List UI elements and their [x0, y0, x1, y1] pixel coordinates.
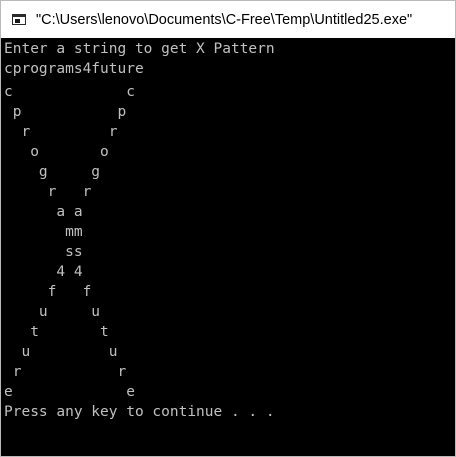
console-line-pattern: r r [4, 364, 127, 380]
console-line-pattern: mm [4, 224, 83, 240]
console-output-area[interactable]: Enter a string to get X Pattern cprogram… [1, 38, 455, 456]
console-line-input: cprograms4future [4, 61, 144, 77]
console-line-pattern: p p [4, 104, 127, 120]
console-line-continue: Press any key to continue . . . [4, 404, 275, 420]
console-line-pattern: u u [4, 304, 101, 320]
console-app-icon[interactable] [12, 14, 26, 25]
title-bar[interactable]: "C:\Users\lenovo\Documents\C-Free\Temp\U… [1, 1, 455, 38]
console-line-pattern: 4 4 [4, 264, 83, 280]
console-line-pattern: c c [4, 84, 135, 100]
console-line-pattern: r r [4, 184, 92, 200]
console-line-pattern: a a [4, 204, 83, 220]
console-line-prompt: Enter a string to get X Pattern [4, 41, 275, 57]
console-line-pattern: u u [4, 344, 118, 360]
console-line-pattern: g g [4, 164, 101, 180]
console-line-pattern: f f [4, 284, 92, 300]
console-line-pattern: o o [4, 144, 109, 160]
console-line-pattern: t t [4, 324, 109, 340]
console-window: "C:\Users\lenovo\Documents\C-Free\Temp\U… [0, 0, 456, 457]
console-line-pattern: r r [4, 124, 118, 140]
console-line-pattern: e e [4, 384, 135, 400]
window-title: "C:\Users\lenovo\Documents\C-Free\Temp\U… [36, 12, 413, 28]
console-line-pattern: ss [4, 244, 83, 260]
